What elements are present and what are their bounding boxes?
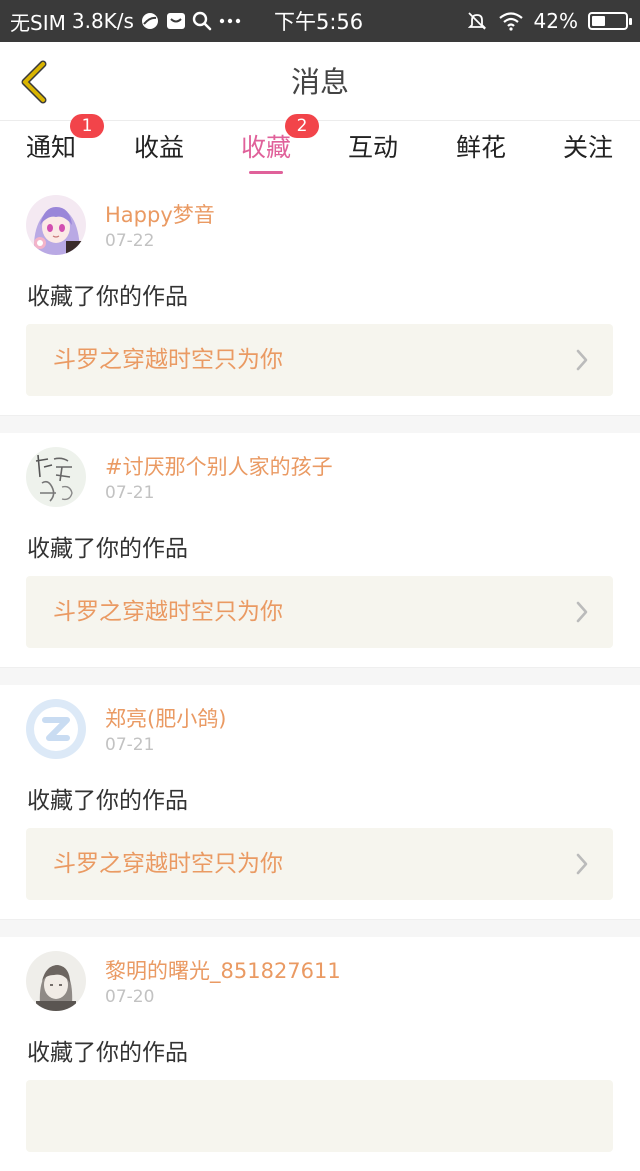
battery-level-fill [592,16,605,26]
avatar[interactable] [26,699,86,759]
chevron-right-icon [576,349,588,371]
chevron-right-icon [576,853,588,875]
username-link[interactable]: 黎明的曙光_851827611 [105,955,341,985]
message-list: Happy梦音 07-22 收藏了你的作品 斗罗之穿越时空只为你 #讨厌那个别人… [0,181,640,1171]
tab-bar: 通知 1 收益 收藏 2 互动 鲜花 关注 [0,114,640,181]
avatar[interactable] [26,951,86,1011]
work-title: 斗罗之穿越时空只为你 [53,599,283,625]
battery-percent: 42% [533,9,578,33]
message-date: 07-21 [105,483,155,503]
work-title: 斗罗之穿越时空只为你 [53,347,283,373]
divider [0,415,640,433]
search-icon [192,11,212,31]
status-bar-time: 下午5:56 [274,10,364,34]
browser-icon [140,11,160,31]
status-bar: 无SIM 3.8K/s 下午5:56 42% [0,0,640,42]
list-item: 郑亮(肥小鸽) 07-21 收藏了你的作品 斗罗之穿越时空只为你 [0,685,640,919]
work-link[interactable]: 斗罗之穿越时空只为你 [26,576,613,648]
tab-label: 收益 [134,133,185,162]
action-text: 收藏了你的作品 [27,284,188,310]
message-date: 07-20 [105,987,155,1007]
list-item: 黎明的曙光_851827611 07-20 收藏了你的作品 [0,937,640,1171]
work-title: 斗罗之穿越时空只为你 [53,851,283,877]
tab-label: 关注 [563,133,614,162]
top-app-bar: 消息 [0,42,640,121]
unread-badge: 2 [285,114,319,138]
sketch-avatar-icon [26,951,86,1011]
username-link[interactable]: Happy梦音 [105,199,215,229]
status-bar-left: 无SIM 3.8K/s [10,0,242,42]
message-date: 07-22 [105,231,155,251]
work-link[interactable]: 斗罗之穿越时空只为你 [26,324,613,396]
message-icon [166,11,186,31]
tab-label: 收藏 [241,133,292,162]
username-link[interactable]: #讨厌那个别人家的孩子 [105,451,333,481]
status-bar-right: 42% [466,0,632,42]
list-item: Happy梦音 07-22 收藏了你的作品 斗罗之穿越时空只为你 [0,181,640,415]
action-text: 收藏了你的作品 [27,1040,188,1066]
chevron-right-icon [576,601,588,623]
mute-bell-icon [466,10,488,32]
divider [0,667,640,685]
action-text: 收藏了你的作品 [27,536,188,562]
active-tab-indicator [249,171,283,174]
action-text: 收藏了你的作品 [27,788,188,814]
calligraphy-avatar-icon [26,447,86,507]
default-avatar-icon [26,699,86,759]
list-item: #讨厌那个别人家的孩子 07-21 收藏了你的作品 斗罗之穿越时空只为你 [0,433,640,667]
network-speed: 3.8K/s [71,9,134,33]
wifi-icon [498,11,524,31]
avatar[interactable] [26,447,86,507]
tab-label: 互动 [348,133,399,162]
more-icon [218,11,242,31]
unread-badge: 1 [70,114,104,138]
page-title: 消息 [290,65,349,99]
work-link[interactable]: 斗罗之穿越时空只为你 [26,828,613,900]
battery-icon [588,12,632,30]
tab-label: 鲜花 [456,133,507,162]
work-link[interactable] [26,1080,613,1152]
divider [0,919,640,937]
message-date: 07-21 [105,735,155,755]
username-link[interactable]: 郑亮(肥小鸽) [105,703,226,733]
carrier-label: 无SIM [10,10,66,35]
tab-label: 通知 [26,133,77,162]
anime-girl-avatar-icon [26,195,86,255]
avatar[interactable] [26,195,86,255]
